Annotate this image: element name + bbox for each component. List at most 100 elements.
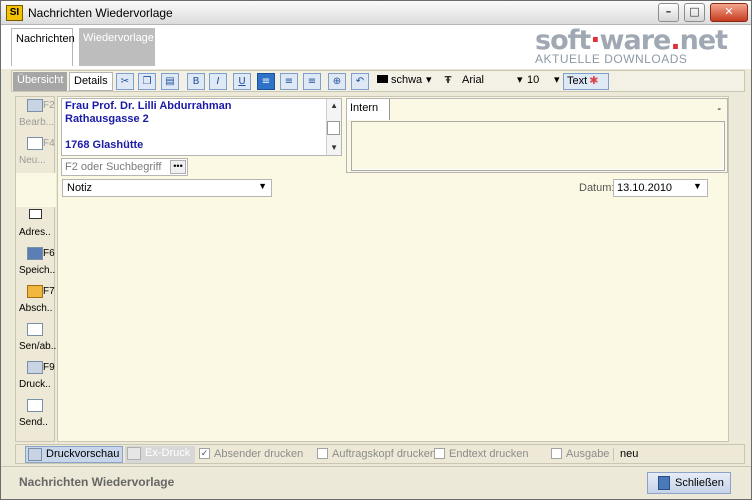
address-line: [65, 126, 338, 139]
maximize-button[interactable]: □: [684, 3, 705, 22]
address-line: Rathausgasse 2: [65, 113, 149, 125]
paste-icon[interactable]: ▤: [161, 73, 179, 90]
intern-collapse[interactable]: -: [717, 103, 721, 115]
title-bar[interactable]: SI Nachrichten Wiedervorlage – □ ✕: [1, 1, 751, 25]
print-key: F9: [43, 362, 55, 373]
italic-button[interactable]: I: [209, 73, 227, 90]
ex-print-label: Ex-Druck: [145, 447, 191, 459]
left-action-bar: F2 Bearb... F4 Neu... Adres.. F6 Speich.. F…: [15, 96, 56, 442]
calendar-dropdown-icon[interactable]: ▼: [691, 181, 704, 195]
send-receive-button[interactable]: Sen/ab..: [16, 321, 56, 359]
color-dropdown-icon[interactable]: ▾: [423, 73, 433, 90]
status-text: Nachrichten Wiedervorlage: [19, 475, 175, 489]
search-input[interactable]: F2 oder Suchbegriff •••: [61, 158, 188, 176]
size-select[interactable]: 10: [524, 73, 552, 90]
send-button[interactable]: Send..: [16, 397, 56, 435]
cut-icon[interactable]: ✂: [116, 73, 134, 90]
finish-key: F7: [43, 286, 55, 297]
scroll-thumb[interactable]: [327, 121, 340, 135]
edit-icon: [27, 99, 43, 112]
tab-details[interactable]: Details: [69, 72, 113, 91]
address-button[interactable]: Adres..: [16, 207, 56, 245]
underline-button[interactable]: U: [233, 73, 251, 90]
copy-icon[interactable]: ❐: [138, 73, 156, 90]
empty-slot: [16, 173, 56, 207]
print-button[interactable]: F9 Druck..: [16, 359, 56, 397]
insert-icon[interactable]: ⊕: [328, 73, 346, 90]
ex-print-button[interactable]: Ex-Druck: [125, 446, 195, 463]
scroll-up-icon[interactable]: ▲: [330, 101, 338, 110]
color-swatch: [377, 75, 388, 83]
address-icon: [29, 209, 42, 219]
date-value: 13.10.2010: [617, 182, 673, 194]
printer-icon: [27, 361, 43, 374]
window-title: Nachrichten Wiedervorlage: [28, 6, 173, 20]
close-button[interactable]: Schließen: [647, 472, 731, 494]
checkbox-empty-icon: [317, 448, 328, 459]
save-icon: [27, 247, 43, 260]
tab-nachrichten[interactable]: Nachrichten: [11, 28, 75, 66]
finish-button[interactable]: F7 Absch..: [16, 283, 56, 321]
address-scrollbar[interactable]: ▲ ▼: [326, 99, 341, 155]
envelope-icon: [27, 323, 43, 336]
print-order-header-checkbox[interactable]: Auftragskopf drucken: [317, 448, 436, 461]
output-label: Ausgabe: [566, 448, 610, 460]
new-icon: [27, 137, 43, 150]
align-left-icon[interactable]: ≡: [257, 73, 275, 90]
tab-uebersicht[interactable]: Übersicht: [13, 72, 68, 91]
address-line: Frau Prof. Dr. Lilli Abdurrahman: [65, 100, 232, 112]
undo-icon[interactable]: ↶: [351, 73, 369, 90]
send-envelope-icon: [27, 399, 43, 412]
preview-icon: [28, 448, 42, 461]
minimize-button[interactable]: –: [658, 3, 679, 22]
edit-button[interactable]: F2 Bearb...: [16, 97, 56, 135]
size-dropdown-icon[interactable]: ▾: [551, 73, 561, 90]
print-end-text-label: Endtext drucken: [449, 448, 529, 460]
align-right-icon[interactable]: ≡: [303, 73, 321, 90]
bold-button[interactable]: B: [187, 73, 205, 90]
color-select-value: schwa: [391, 74, 423, 86]
top-band: Nachrichten Wiedervorlage soft·ware.net …: [1, 25, 751, 69]
font-dropdown-icon[interactable]: ▾: [514, 73, 524, 90]
search-placeholder: F2 oder Suchbegriff: [65, 161, 162, 173]
intern-notes-field[interactable]: [351, 121, 725, 171]
intern-panel: Intern -: [346, 98, 728, 173]
scroll-down-icon[interactable]: ▼: [330, 143, 338, 152]
save-label: Speich..: [19, 265, 56, 276]
logo-subtitle: AKTUELLE DOWNLOADS: [535, 52, 688, 66]
finish-label: Absch..: [19, 303, 53, 314]
application-window: SI Nachrichten Wiedervorlage – □ ✕ Nachr…: [0, 0, 752, 500]
save-button[interactable]: F6 Speich..: [16, 245, 56, 283]
edit-label: Bearb...: [19, 117, 55, 128]
address-label: Adres..: [19, 227, 51, 238]
date-field[interactable]: 13.10.2010 ▼: [613, 179, 708, 197]
print-sender-checkbox[interactable]: ✓ Absender drucken: [199, 448, 303, 461]
status-bar: Nachrichten Wiedervorlage Schließen: [1, 466, 751, 499]
close-window-button[interactable]: ✕: [710, 3, 748, 22]
tab-wiedervorlage[interactable]: Wiedervorlage: [79, 28, 155, 66]
message-editor[interactable]: [62, 201, 726, 441]
type-select[interactable]: Notiz ▼: [62, 179, 272, 197]
print-preview-button[interactable]: Druckvorschau: [25, 446, 123, 463]
type-select-value: Notiz: [67, 182, 93, 194]
finish-icon: [27, 285, 43, 298]
checkmark-icon: ✓: [199, 448, 210, 459]
print-order-header-label: Auftragskopf drucken: [332, 448, 436, 460]
print-label: Druck..: [19, 379, 51, 390]
door-icon: [658, 476, 670, 490]
address-box[interactable]: Frau Prof. Dr. Lilli Abdurrahman Rathaus…: [61, 98, 342, 156]
search-lookup-button[interactable]: •••: [170, 160, 186, 174]
date-label: Datum:: [579, 182, 615, 194]
send-receive-label: Sen/ab..: [19, 341, 57, 352]
ex-print-icon: [127, 447, 141, 460]
edit-key: F2: [43, 100, 55, 111]
print-end-text-checkbox[interactable]: Endtext drucken: [434, 448, 529, 461]
print-toolbar: Druckvorschau Ex-Druck ✓ Absender drucken…: [15, 444, 745, 464]
text-button[interactable]: Text ✱: [563, 73, 609, 90]
new-button[interactable]: F4 Neu...: [16, 135, 56, 173]
formatting-toolbar: Übersicht Details ✂ ❐ ▤ B I U ≡ ≡ ≡ ⊕ ↶ …: [11, 70, 745, 92]
app-icon: SI: [6, 5, 23, 21]
tab-intern[interactable]: Intern: [347, 99, 390, 120]
output-checkbox[interactable]: Ausgabe: [551, 448, 609, 461]
align-center-icon[interactable]: ≡: [280, 73, 298, 90]
